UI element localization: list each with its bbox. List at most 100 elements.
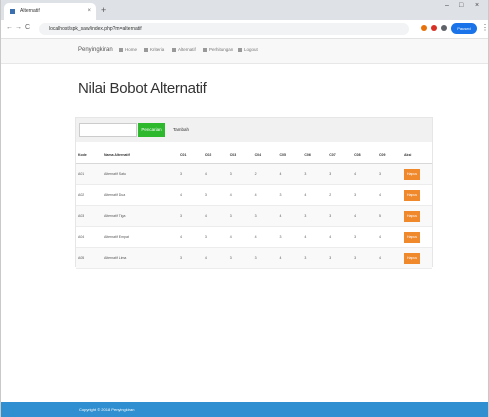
cell-value: 2: [252, 163, 278, 185]
search-input[interactable]: [79, 123, 137, 137]
delete-button[interactable]: Hapus: [404, 210, 420, 222]
column-header: C02: [202, 147, 228, 164]
cell-value: 4: [302, 226, 328, 248]
cell-value: 3: [178, 205, 203, 227]
new-tab-button[interactable]: +: [101, 4, 106, 16]
cell-value: 3: [178, 163, 203, 185]
cell-nama: Alternatif Satu: [102, 163, 178, 185]
cell-value: 3: [252, 205, 278, 227]
nav-item-label: Alternatif: [178, 47, 196, 52]
cell-kode: A05: [76, 247, 102, 269]
column-header: C03: [227, 147, 253, 164]
table-row: A05 Alternatif Lima 3 4 3 3 4 3 3 3 4 Hapus: [76, 247, 432, 269]
delete-button[interactable]: Hapus: [404, 189, 420, 201]
nav-item-label: Kriteria: [150, 47, 165, 52]
add-button[interactable]: Tambah: [173, 127, 189, 132]
cell-value: 3: [202, 226, 228, 248]
cell-value: 3: [302, 163, 328, 185]
column-header: Nama Alternatif: [102, 147, 178, 164]
cell-value: 3: [352, 184, 377, 206]
nav-item-alternatif[interactable]: Alternatif: [172, 47, 196, 52]
cell-aksi: Hapus: [402, 163, 432, 185]
profile-button[interactable]: Paused: [451, 23, 477, 34]
table-row: A02 Alternatif Dua 4 3 4 4 3 4 2 3 4 Hapus: [76, 184, 432, 206]
cell-aksi: Hapus: [402, 247, 432, 269]
logout-icon: [238, 47, 242, 52]
browser-tab[interactable]: Alternatif ×: [4, 3, 96, 20]
cell-nama: Alternatif Empat: [102, 226, 178, 248]
column-header: C07: [327, 147, 353, 164]
column-header: Aksi: [402, 147, 432, 164]
cell-value: 4: [202, 163, 228, 185]
cell-kode: A02: [76, 184, 102, 206]
cell-nama: Alternatif Lima: [102, 247, 178, 269]
nav-item-perhitungan[interactable]: Perhitungan: [203, 47, 233, 52]
maximize-button[interactable]: □: [459, 2, 463, 9]
list-icon: [144, 47, 148, 52]
panel-toolbar: Pencarian Tambah: [76, 118, 432, 142]
cell-value: 4: [327, 226, 353, 248]
cell-value: 4: [377, 247, 402, 269]
users-icon: [172, 47, 176, 52]
nav-item-label: Perhitungan: [209, 47, 234, 52]
column-header: C01: [178, 147, 203, 164]
minimize-button[interactable]: –: [445, 2, 449, 9]
table-header-row: Kode Nama Alternatif C01 C02 C03 C04 C05…: [76, 147, 432, 164]
cell-value: 4: [302, 184, 328, 206]
reload-button[interactable]: C: [25, 24, 30, 31]
column-header: C04: [252, 147, 278, 164]
table-row: A01 Alternatif Satu 3 4 3 2 4 3 3 4 3 Hapus: [76, 163, 432, 185]
close-window-button[interactable]: ×: [475, 2, 479, 9]
cell-value: 4: [252, 226, 278, 248]
calculator-icon: [203, 47, 207, 52]
cell-value: 3: [327, 205, 353, 227]
cell-value: 3: [227, 163, 253, 185]
tab-strip: Alternatif × + – □ ×: [1, 0, 488, 20]
site-navbar: Penyingkiran Home Kriteria Alternatif Pe…: [1, 39, 488, 64]
page-title: Nilai Bobot Alternatif: [78, 80, 207, 97]
back-button[interactable]: ←: [6, 24, 13, 31]
cell-value: 4: [178, 226, 203, 248]
cell-value: 3: [227, 205, 253, 227]
cell-aksi: Hapus: [402, 205, 432, 227]
delete-button[interactable]: Hapus: [404, 168, 420, 180]
table-row: A03 Alternatif Tiga 3 4 3 3 4 3 3 4 5 Hapus: [76, 205, 432, 227]
nav-item-logout[interactable]: Logout: [238, 47, 258, 52]
cell-value: 4: [227, 226, 253, 248]
cell-value: 4: [202, 247, 228, 269]
favicon-icon: [10, 9, 15, 14]
cell-value: 4: [277, 247, 303, 269]
footer-copyright: Copyright © 2018 Penyingkiran: [79, 407, 135, 412]
cell-value: 4: [377, 184, 402, 206]
url-field[interactable]: localhost/spk_saw/index.php?m=alternatif: [39, 23, 409, 35]
cell-value: 4: [352, 163, 377, 185]
column-header: C06: [302, 147, 328, 164]
home-icon: [119, 47, 123, 52]
cell-value: 3: [377, 163, 402, 185]
delete-button[interactable]: Hapus: [404, 252, 420, 264]
cell-value: 3: [277, 184, 303, 206]
nav-item-home[interactable]: Home: [119, 47, 137, 52]
cell-value: 4: [352, 205, 377, 227]
nav-item-kriteria[interactable]: Kriteria: [144, 47, 164, 52]
tab-title: Alternatif: [20, 8, 40, 14]
cell-kode: A01: [76, 163, 102, 185]
forward-button[interactable]: →: [15, 24, 22, 31]
tab-close-icon[interactable]: ×: [87, 3, 91, 20]
column-header: Kode: [76, 147, 102, 164]
site-brand[interactable]: Penyingkiran: [78, 47, 113, 53]
cell-value: 3: [327, 163, 353, 185]
cell-value: 3: [277, 226, 303, 248]
browser-window: Alternatif × + – □ × ← → C localhost/spk…: [0, 0, 489, 417]
extension-icon[interactable]: [421, 25, 427, 31]
extension-icon[interactable]: [441, 25, 447, 31]
cell-kode: A03: [76, 205, 102, 227]
cell-value: 3: [227, 247, 253, 269]
cell-value: 3: [252, 247, 278, 269]
search-button[interactable]: Pencarian: [138, 123, 165, 137]
address-bar-row: ← → C localhost/spk_saw/index.php?m=alte…: [1, 20, 489, 39]
cell-value: 4: [377, 226, 402, 248]
browser-menu-icon[interactable]: ⋮: [481, 23, 489, 32]
extension-icon[interactable]: [431, 25, 437, 31]
delete-button[interactable]: Hapus: [404, 231, 420, 243]
